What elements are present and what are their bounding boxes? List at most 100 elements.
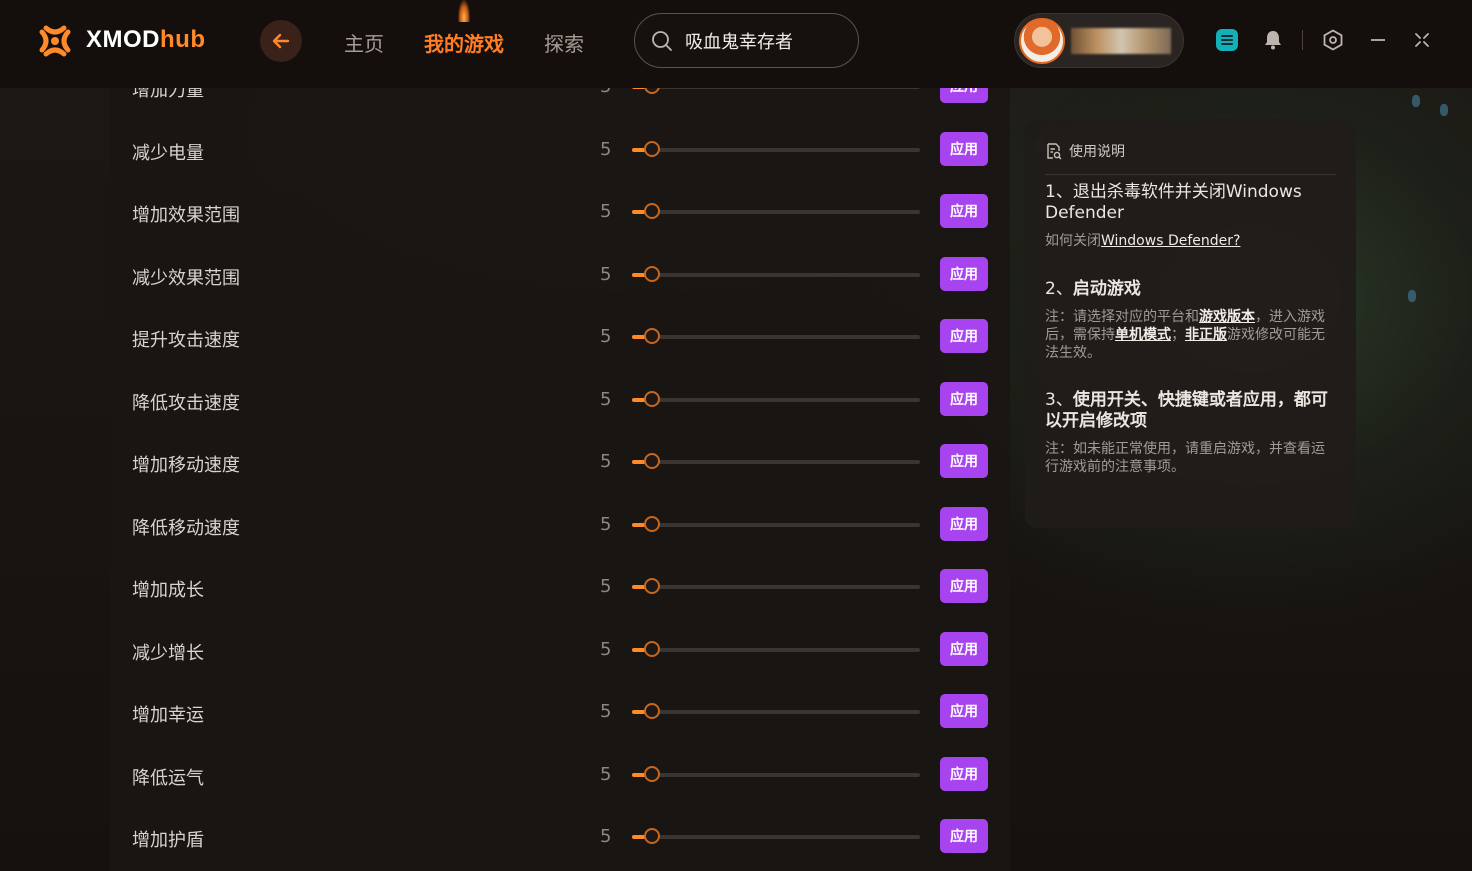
step-2-note-c: ； xyxy=(1171,327,1185,343)
nav-home[interactable]: 主页 xyxy=(344,28,384,57)
mod-value: 5 xyxy=(600,701,612,722)
slider-thumb[interactable] xyxy=(644,265,660,282)
non-genuine-link[interactable]: 非正版 xyxy=(1185,327,1227,343)
step-3-title: 3、使用开关、快捷键或者应用，都可以开启修改项 xyxy=(1045,390,1337,432)
avatar[interactable] xyxy=(1019,18,1065,64)
slider-track[interactable] xyxy=(632,272,920,277)
single-player-link[interactable]: 单机模式 xyxy=(1115,327,1171,343)
mod-label: 增加成长 xyxy=(132,580,204,601)
mod-value: 5 xyxy=(600,576,612,597)
apply-button[interactable]: 应用 xyxy=(940,444,988,478)
mod-slider[interactable] xyxy=(632,390,920,407)
minimize-icon[interactable] xyxy=(1366,28,1390,52)
apply-button[interactable]: 应用 xyxy=(940,256,988,291)
mod-slider[interactable] xyxy=(632,265,920,282)
slider-thumb[interactable] xyxy=(644,390,660,407)
windows-defender-link[interactable]: Windows Defender? xyxy=(1101,233,1240,249)
back-button[interactable] xyxy=(260,20,302,62)
slider-track[interactable] xyxy=(632,772,920,777)
apply-button[interactable]: 应用 xyxy=(940,569,988,603)
mod-label: 增加效果范围 xyxy=(132,205,240,226)
apply-button[interactable]: 应用 xyxy=(940,506,988,541)
apply-button[interactable]: 应用 xyxy=(940,88,988,103)
step-1-note-prefix: 如何关闭 xyxy=(1045,233,1101,249)
search-box[interactable]: 吸血鬼幸存者 xyxy=(634,13,859,68)
step-2-title: 2、启动游戏 xyxy=(1045,279,1337,300)
slider-thumb[interactable] xyxy=(644,578,660,594)
slider-thumb[interactable] xyxy=(644,203,660,219)
apply-button[interactable]: 应用 xyxy=(940,631,988,666)
step-2-note: 注：请选择对应的平台和游戏版本，进入游戏后，需保持单机模式；非正版游戏修改可能无… xyxy=(1045,308,1337,362)
mod-value: 5 xyxy=(600,263,612,285)
apply-button[interactable]: 应用 xyxy=(940,694,988,728)
apply-button[interactable]: 应用 xyxy=(940,819,988,853)
slider-thumb[interactable] xyxy=(644,453,660,469)
settings-icon[interactable] xyxy=(1321,28,1345,52)
notification-bell-icon[interactable] xyxy=(1261,28,1285,52)
step-2-number: 2、 xyxy=(1045,279,1073,299)
username-blurred xyxy=(1071,28,1171,54)
slider-thumb[interactable] xyxy=(644,88,660,94)
slider-thumb[interactable] xyxy=(644,765,660,782)
slider-track[interactable] xyxy=(632,585,920,589)
mod-value: 5 xyxy=(600,88,611,97)
mod-slider[interactable] xyxy=(632,453,920,469)
slider-thumb[interactable] xyxy=(644,828,660,844)
mod-list-panel: 增加力量5应用减少电量5应用增加效果范围5应用减少效果范围5应用提升攻击速度5应… xyxy=(110,88,1010,871)
slider-thumb[interactable] xyxy=(644,140,660,157)
mod-label: 降低攻击速度 xyxy=(132,392,240,414)
mod-slider[interactable] xyxy=(632,203,920,219)
search-icon xyxy=(652,30,672,51)
slider-track[interactable] xyxy=(632,647,920,652)
slider-track[interactable] xyxy=(632,460,920,464)
mod-slider[interactable] xyxy=(632,640,920,657)
guide-step-1: 1、退出杀毒软件并关闭Windows Defender 如何关闭Windows … xyxy=(1045,182,1337,250)
apply-button[interactable]: 应用 xyxy=(940,194,988,228)
search-input[interactable]: 吸血鬼幸存者 xyxy=(685,28,793,54)
slider-track[interactable] xyxy=(632,522,920,527)
mod-label: 增加移动速度 xyxy=(132,455,240,476)
nav-my-games[interactable]: 我的游戏 xyxy=(424,28,504,57)
brand-name[interactable]: XMODhub xyxy=(86,26,205,54)
slider-track[interactable] xyxy=(632,88,920,89)
apply-button[interactable]: 应用 xyxy=(940,131,988,166)
slider-track[interactable] xyxy=(632,147,920,152)
mod-row: 降低攻击速度 5 应用 xyxy=(110,375,1010,425)
apply-button[interactable]: 应用 xyxy=(940,381,988,416)
xmodhub-logo-icon xyxy=(39,25,71,57)
mod-slider[interactable] xyxy=(632,88,920,94)
step-2-note-a: 注：请选择对应的平台和 xyxy=(1045,309,1199,325)
apply-button[interactable]: 应用 xyxy=(940,319,988,353)
layers-icon[interactable] xyxy=(1215,28,1239,52)
slider-track[interactable] xyxy=(632,835,920,839)
scenery-dot xyxy=(1440,104,1448,116)
document-search-icon xyxy=(1047,143,1062,160)
mod-slider[interactable] xyxy=(632,578,920,594)
apply-button[interactable]: 应用 xyxy=(940,756,988,791)
nav-explore[interactable]: 探索 xyxy=(544,28,584,57)
slider-thumb[interactable] xyxy=(644,515,660,532)
slider-thumb[interactable] xyxy=(644,703,660,719)
mod-slider[interactable] xyxy=(632,828,920,844)
step-1-note: 如何关闭Windows Defender? xyxy=(1045,232,1337,250)
mod-row: 增加移动速度 5 应用 xyxy=(110,437,1010,487)
slider-track[interactable] xyxy=(632,210,920,214)
slider-thumb[interactable] xyxy=(644,328,660,344)
mod-slider[interactable] xyxy=(632,515,920,532)
mod-row: 增加效果范围 5 应用 xyxy=(110,187,1010,237)
slider-track[interactable] xyxy=(632,335,920,339)
mod-row: 减少效果范围 5 应用 xyxy=(110,250,1010,300)
slider-thumb[interactable] xyxy=(644,640,660,657)
mod-row: 增加成长 5 应用 xyxy=(110,562,1010,612)
slider-track[interactable] xyxy=(632,397,920,402)
mod-slider[interactable] xyxy=(632,328,920,344)
brand-accent: hub xyxy=(160,26,206,53)
mod-slider[interactable] xyxy=(632,765,920,782)
mod-slider[interactable] xyxy=(632,140,920,157)
mod-slider[interactable] xyxy=(632,703,920,719)
close-icon[interactable] xyxy=(1410,28,1434,52)
game-version-link[interactable]: 游戏版本 xyxy=(1199,309,1255,325)
slider-track[interactable] xyxy=(632,710,920,714)
guide-title: 使用说明 xyxy=(1069,144,1125,160)
user-profile[interactable] xyxy=(1014,13,1184,68)
